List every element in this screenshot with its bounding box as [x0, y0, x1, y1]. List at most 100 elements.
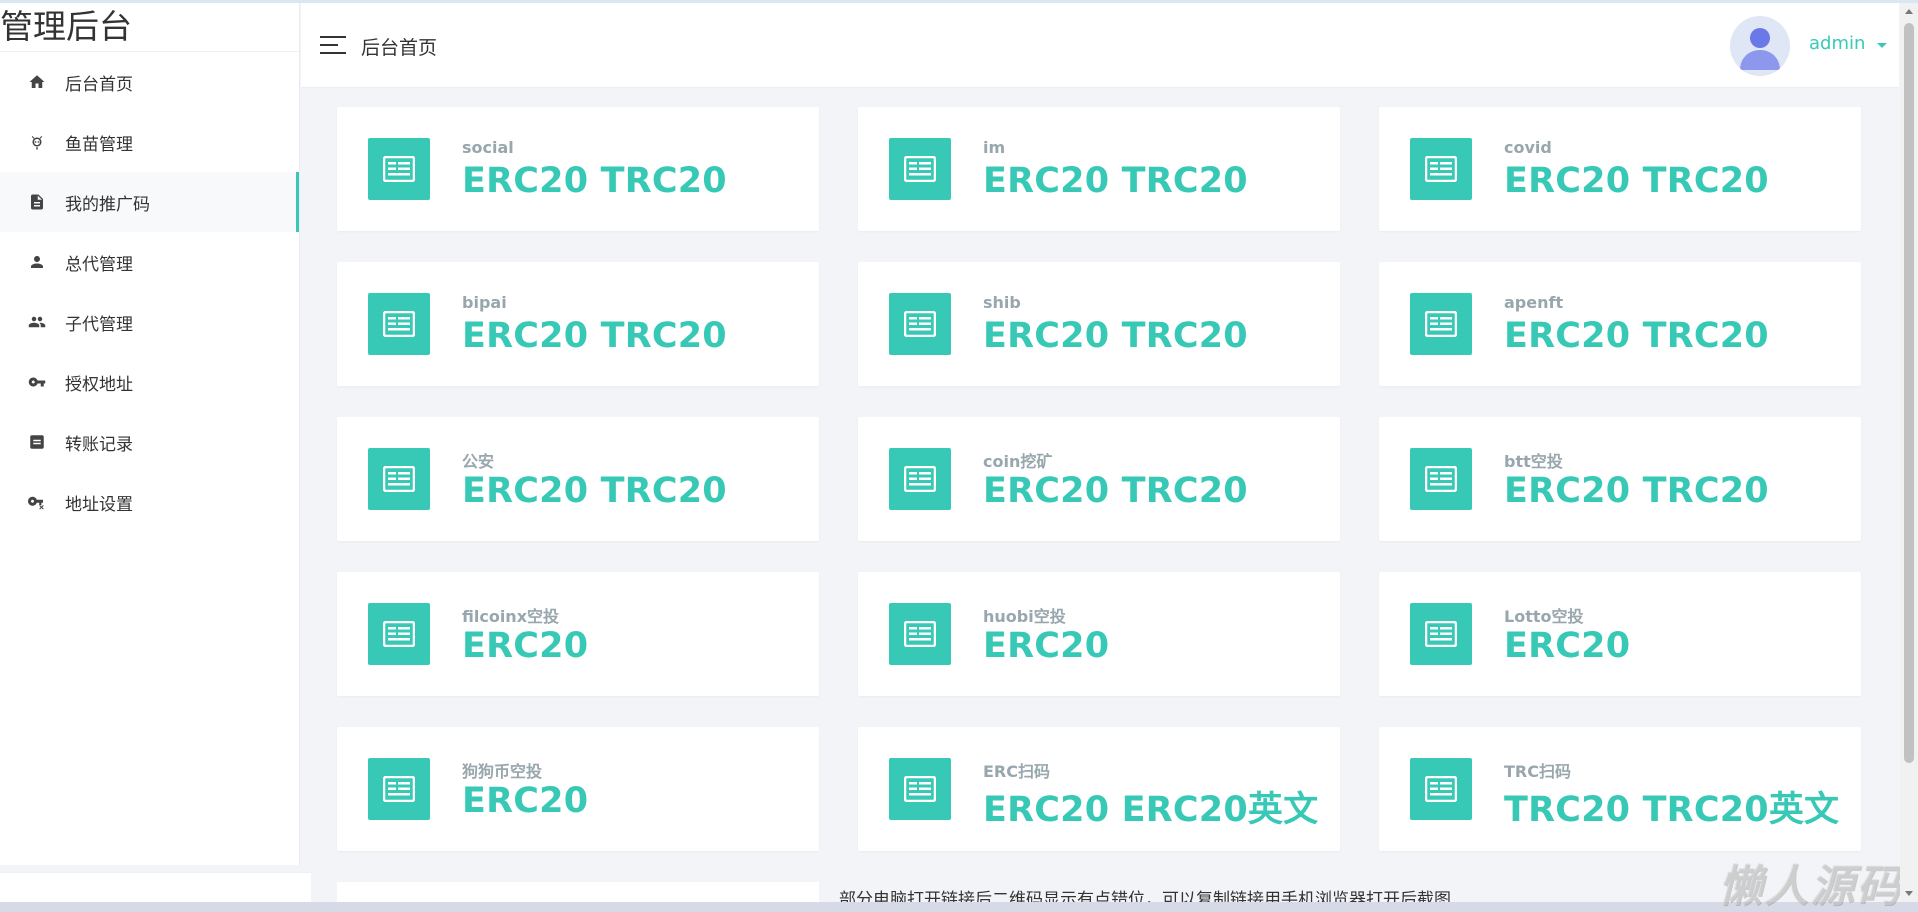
partial-card: [337, 882, 819, 902]
card-label: shib: [983, 293, 1021, 312]
newspaper-icon: [368, 448, 430, 510]
sidebar-item-label: 子代管理: [65, 314, 133, 335]
sidebar-item-transfer-records[interactable]: 转账记录: [0, 412, 299, 472]
card-label: bipai: [462, 293, 507, 312]
promo-card[interactable]: shib ERC20 TRC20: [858, 262, 1340, 386]
watermark-logo: 懒人源码: [1718, 861, 1902, 912]
newspaper-icon: [1410, 138, 1472, 200]
card-value: ERC20: [983, 626, 1110, 666]
promo-card[interactable]: covid ERC20 TRC20: [1379, 107, 1861, 231]
promo-card[interactable]: bipai ERC20 TRC20: [337, 262, 819, 386]
key-icon: [27, 372, 47, 392]
card-label: Lotto空投: [1504, 607, 1584, 626]
promo-card[interactable]: coin挖矿 ERC20 TRC20: [858, 417, 1340, 541]
card-value: ERC20 ERC20英文: [983, 790, 1319, 830]
top-header: 后台首页 admin: [301, 3, 1899, 88]
vertical-scrollbar[interactable]: [1900, 3, 1918, 902]
sidebar-item-label: 后台首页: [65, 74, 133, 95]
scrollbar-thumb[interactable]: [1904, 23, 1914, 763]
sidebar-footer: [0, 872, 311, 902]
home-icon: [27, 72, 47, 92]
promo-card[interactable]: Lotto空投 ERC20: [1379, 572, 1861, 696]
card-value: ERC20: [462, 781, 589, 821]
sidebar: 管理后台 后台首页 鱼苗管理 我的推广码 总代管理 子代管理 授权地址 转账记录…: [0, 3, 300, 865]
card-value: ERC20 TRC20: [1504, 471, 1769, 511]
promo-card[interactable]: im ERC20 TRC20: [858, 107, 1340, 231]
promo-card[interactable]: 公安 ERC20 TRC20: [337, 417, 819, 541]
card-label: TRC扫码: [1504, 762, 1571, 781]
card-label: apenft: [1504, 293, 1564, 312]
promo-card[interactable]: filcoinx空投 ERC20: [337, 572, 819, 696]
key-settings-icon: [27, 492, 47, 512]
newspaper-icon: [368, 603, 430, 665]
sidebar-item-fish[interactable]: 鱼苗管理: [0, 112, 299, 172]
card-value: ERC20 TRC20: [1504, 161, 1769, 201]
sidebar-item-address-settings[interactable]: 地址设置: [0, 472, 299, 532]
chevron-down-icon[interactable]: [1877, 43, 1887, 48]
scroll-down-arrow-icon[interactable]: [1905, 891, 1913, 896]
card-label: filcoinx空投: [462, 607, 560, 626]
bottom-edge: [0, 902, 1918, 912]
user-menu-button[interactable]: admin: [1809, 33, 1865, 54]
sidebar-item-general-agent[interactable]: 总代管理: [0, 232, 299, 292]
card-value: ERC20 TRC20: [983, 316, 1248, 356]
card-value: ERC20 TRC20: [983, 471, 1248, 511]
promo-card[interactable]: social ERC20 TRC20: [337, 107, 819, 231]
sidebar-item-label: 鱼苗管理: [65, 134, 133, 155]
promo-card[interactable]: ERC扫码 ERC20 ERC20英文: [858, 727, 1340, 851]
card-value: ERC20 TRC20: [462, 471, 727, 511]
newspaper-icon: [889, 138, 951, 200]
card-value: TRC20 TRC20英文: [1504, 790, 1840, 830]
fish-icon: [27, 132, 47, 152]
sidebar-item-label: 转账记录: [65, 434, 133, 455]
promo-card[interactable]: btt空投 ERC20 TRC20: [1379, 417, 1861, 541]
promo-card[interactable]: 狗狗币空投 ERC20: [337, 727, 819, 851]
menu-toggle-icon[interactable]: [320, 36, 346, 56]
sidebar-item-auth-address[interactable]: 授权地址: [0, 352, 299, 412]
newspaper-icon: [889, 603, 951, 665]
newspaper-icon: [368, 758, 430, 820]
card-value: ERC20 TRC20: [1504, 316, 1769, 356]
card-label: btt空投: [1504, 452, 1563, 471]
newspaper-icon: [1410, 293, 1472, 355]
card-label: huobi空投: [983, 607, 1066, 626]
newspaper-icon: [368, 138, 430, 200]
scroll-up-arrow-icon[interactable]: [1905, 9, 1913, 14]
card-label: im: [983, 138, 1006, 157]
sidebar-item-promo-code[interactable]: 我的推广码: [0, 172, 299, 232]
sidebar-item-label: 总代管理: [65, 254, 133, 275]
newspaper-icon: [1410, 603, 1472, 665]
sidebar-item-label: 地址设置: [65, 494, 133, 515]
people-icon: [27, 312, 47, 332]
brand-title: 管理后台: [0, 3, 299, 52]
sidebar-menu: 后台首页 鱼苗管理 我的推广码 总代管理 子代管理 授权地址 转账记录 地址设置: [0, 52, 299, 532]
card-value: ERC20 TRC20: [462, 161, 727, 201]
card-label: covid: [1504, 138, 1552, 157]
promo-card[interactable]: apenft ERC20 TRC20: [1379, 262, 1861, 386]
sidebar-item-label: 授权地址: [65, 374, 133, 395]
newspaper-icon: [1410, 758, 1472, 820]
promo-card[interactable]: huobi空投 ERC20: [858, 572, 1340, 696]
card-label: coin挖矿: [983, 452, 1053, 471]
newspaper-icon: [368, 293, 430, 355]
card-value: ERC20: [1504, 626, 1631, 666]
avatar[interactable]: [1730, 16, 1790, 76]
card-value: ERC20 TRC20: [983, 161, 1248, 201]
newspaper-icon: [889, 293, 951, 355]
card-label: social: [462, 138, 514, 157]
document-icon: [27, 192, 47, 212]
sidebar-item-label: 我的推广码: [65, 194, 150, 215]
person-icon: [27, 252, 47, 272]
newspaper-icon: [1410, 448, 1472, 510]
page-title: 后台首页: [361, 37, 438, 59]
record-icon: [27, 432, 47, 452]
promo-card[interactable]: TRC扫码 TRC20 TRC20英文: [1379, 727, 1861, 851]
card-label: 公安: [462, 452, 495, 471]
card-value: ERC20: [462, 626, 589, 666]
card-label: 狗狗币空投: [462, 762, 543, 781]
card-label: ERC扫码: [983, 762, 1050, 781]
sidebar-item-home[interactable]: 后台首页: [0, 52, 299, 112]
newspaper-icon: [889, 448, 951, 510]
card-value: ERC20 TRC20: [462, 316, 727, 356]
sidebar-item-sub-agent[interactable]: 子代管理: [0, 292, 299, 352]
